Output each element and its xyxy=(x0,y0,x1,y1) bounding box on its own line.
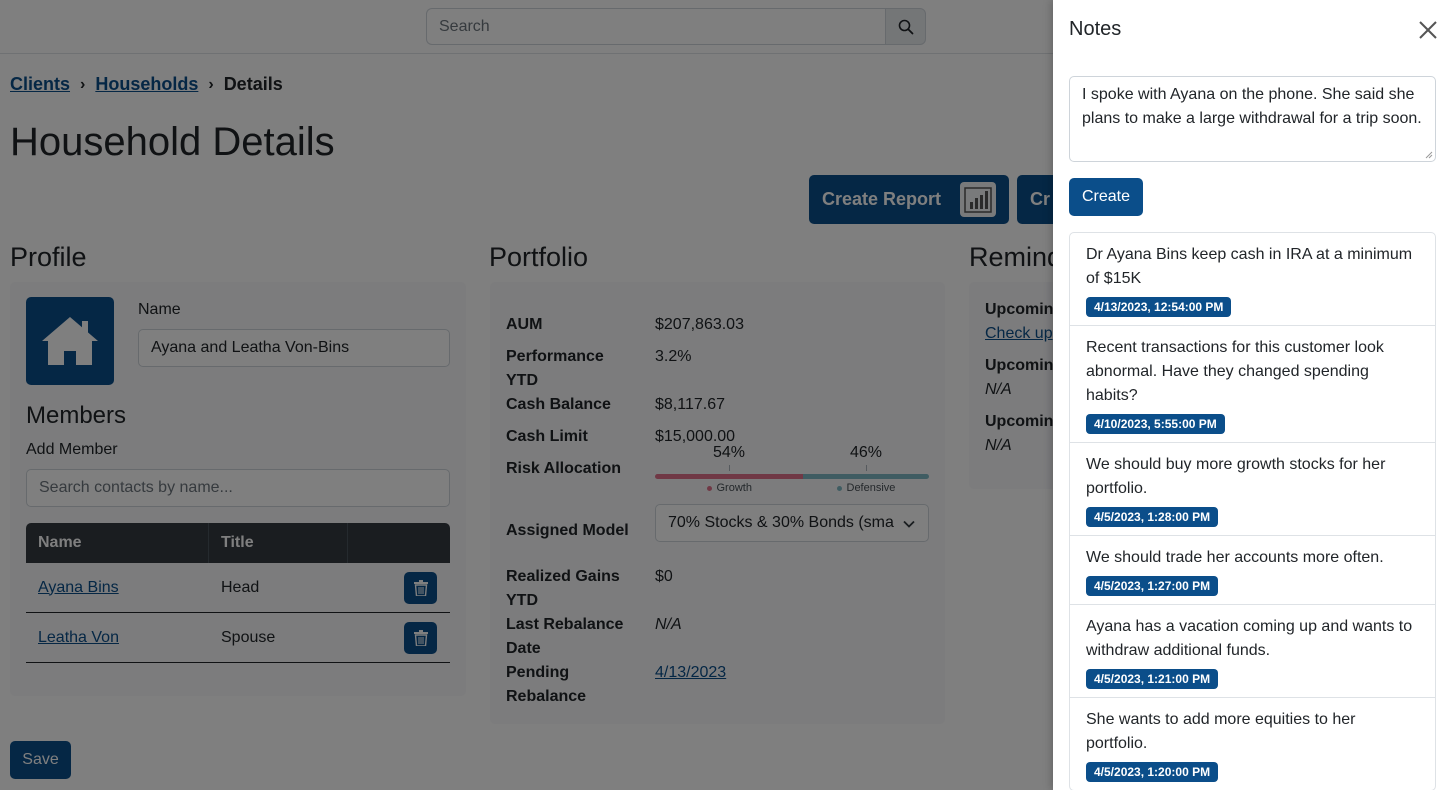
note-text: Recent transactions for this customer lo… xyxy=(1086,339,1384,404)
list-item: Recent transactions for this customer lo… xyxy=(1070,326,1435,443)
list-item: She wants to add more equities to her po… xyxy=(1070,698,1435,790)
notes-panel: Notes I spoke with Ayana on the phone. S… xyxy=(1053,0,1450,790)
note-date-badge: 4/13/2023, 12:54:00 PM xyxy=(1086,297,1232,317)
note-text: Ayana has a vacation coming up and wants… xyxy=(1086,618,1413,659)
resize-handle-icon[interactable] xyxy=(1425,151,1433,159)
list-item: Ayana has a vacation coming up and wants… xyxy=(1070,605,1435,698)
note-date-badge: 4/5/2023, 1:27:00 PM xyxy=(1086,576,1219,596)
note-text: Dr Ayana Bins keep cash in IRA at a mini… xyxy=(1086,246,1413,287)
notes-title: Notes xyxy=(1069,18,1122,40)
create-note-button[interactable]: Create xyxy=(1069,178,1143,216)
note-textarea[interactable]: I spoke with Ayana on the phone. She sai… xyxy=(1069,76,1436,162)
list-item: We should buy more growth stocks for her… xyxy=(1070,443,1435,536)
list-item: We should trade her accounts more often.… xyxy=(1070,536,1435,605)
close-icon xyxy=(1419,21,1437,39)
list-item: Dr Ayana Bins keep cash in IRA at a mini… xyxy=(1070,233,1435,326)
note-date-badge: 4/5/2023, 1:20:00 PM xyxy=(1086,762,1219,782)
note-text: We should trade her accounts more often. xyxy=(1086,549,1384,566)
note-date-badge: 4/5/2023, 1:21:00 PM xyxy=(1086,669,1219,689)
note-date-badge: 4/10/2023, 5:55:00 PM xyxy=(1086,414,1225,434)
note-date-badge: 4/5/2023, 1:28:00 PM xyxy=(1086,507,1219,527)
notes-list: Dr Ayana Bins keep cash in IRA at a mini… xyxy=(1069,232,1436,790)
close-button[interactable] xyxy=(1416,18,1440,42)
note-text: We should buy more growth stocks for her… xyxy=(1086,456,1386,497)
note-draft-text: I spoke with Ayana on the phone. She sai… xyxy=(1082,86,1422,127)
note-text: She wants to add more equities to her po… xyxy=(1086,711,1356,752)
